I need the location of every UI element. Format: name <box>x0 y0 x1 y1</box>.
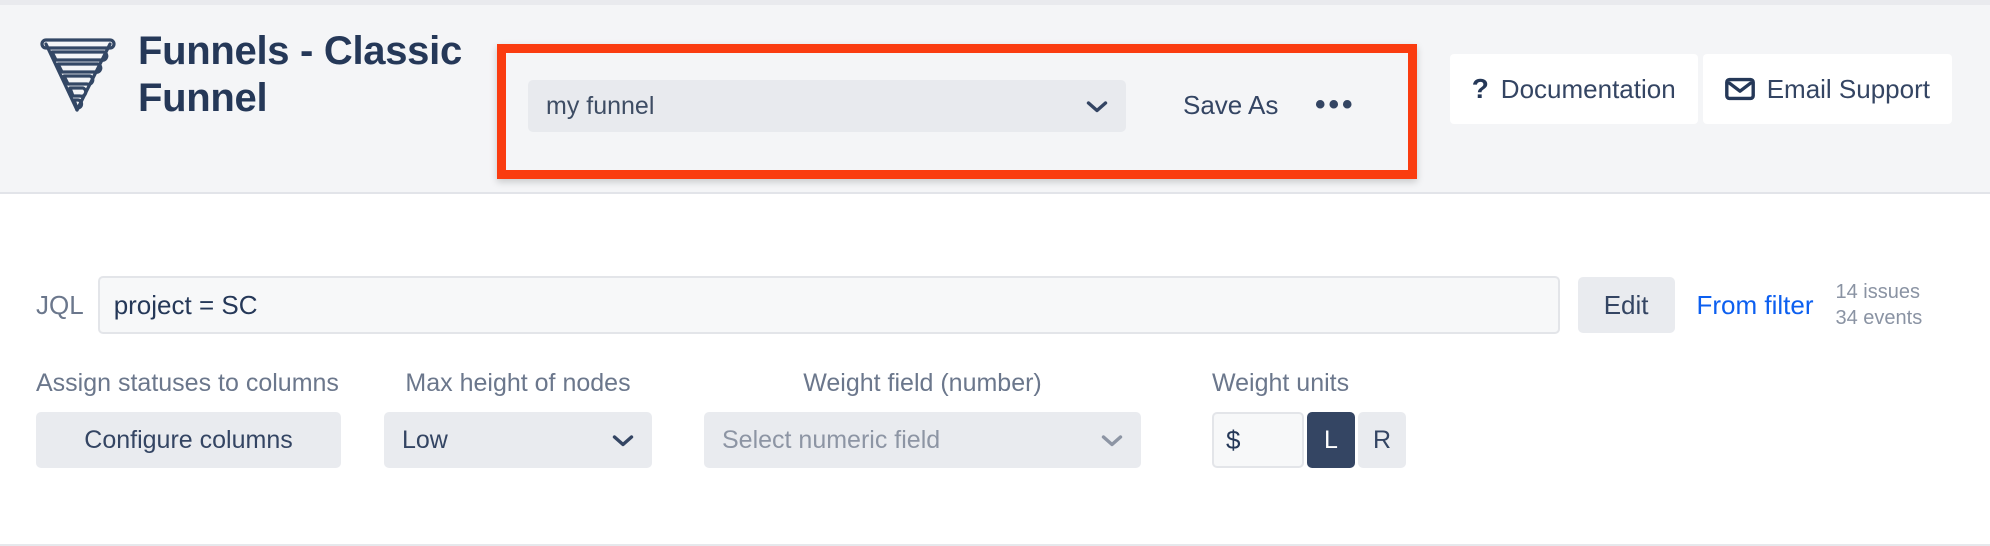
weight-field-group: Weight field (number) Select numeric fie… <box>704 369 1212 468</box>
documentation-button[interactable]: ? Documentation <box>1449 54 1698 124</box>
max-height-group: Max height of nodes Low <box>384 369 704 468</box>
email-support-button[interactable]: Email Support <box>1702 54 1952 124</box>
email-support-label: Email Support <box>1766 73 1930 104</box>
weight-field-placeholder: Select numeric field <box>722 425 941 454</box>
issue-event-counts: 14 issues 34 events <box>1836 279 1923 332</box>
header-actions: ? Documentation Email Support <box>1449 54 1952 124</box>
brand: Funnels - Classic Funnel <box>40 28 468 122</box>
question-mark-icon: ? <box>1471 73 1489 104</box>
weight-field-select[interactable]: Select numeric field <box>704 412 1141 468</box>
weight-units-group: Weight units L R <box>1212 369 1406 468</box>
chevron-down-icon <box>1086 100 1108 112</box>
max-height-value: Low <box>402 425 448 454</box>
jql-input[interactable] <box>97 276 1560 334</box>
save-as-button[interactable]: Save As <box>1175 84 1286 127</box>
from-filter-link[interactable]: From filter <box>1697 290 1814 321</box>
jql-row: JQL Edit From filter 14 issues 34 events <box>36 276 1922 334</box>
header-top-edge <box>0 0 1990 5</box>
weight-currency-input[interactable] <box>1212 412 1304 468</box>
controls-row: Assign statuses to columns Configure col… <box>36 369 1406 468</box>
page-title: Funnels - Classic Funnel <box>138 29 462 121</box>
assign-statuses-group: Assign statuses to columns Configure col… <box>36 369 384 468</box>
documentation-label: Documentation <box>1500 73 1676 104</box>
weight-unit-right-toggle[interactable]: R <box>1358 412 1406 468</box>
app-header: Funnels - Classic Funnel my funnel Save … <box>0 0 1990 194</box>
jql-label: JQL <box>36 289 84 320</box>
max-height-select[interactable]: Low <box>384 412 652 468</box>
issues-count: 14 issues <box>1835 280 1921 303</box>
weight-field-label: Weight field (number) <box>803 369 1042 397</box>
funnel-select-value: my funnel <box>546 91 655 120</box>
funnel-select[interactable]: my funnel <box>528 80 1126 132</box>
more-options-icon[interactable]: ••• <box>1307 86 1364 124</box>
events-count: 34 events <box>1835 307 1923 329</box>
configure-columns-button[interactable]: Configure columns <box>36 412 341 468</box>
funnels-app-page: Funnels - Classic Funnel my funnel Save … <box>0 0 1990 546</box>
funnel-icon <box>40 38 116 112</box>
edit-button[interactable]: Edit <box>1577 277 1675 333</box>
max-height-label: Max height of nodes <box>405 369 631 397</box>
weight-unit-left-toggle[interactable]: L <box>1307 412 1355 468</box>
assign-statuses-label: Assign statuses to columns <box>36 369 339 397</box>
weight-units-controls: L R <box>1212 412 1406 468</box>
chevron-down-icon <box>1101 434 1123 446</box>
weight-units-label: Weight units <box>1212 369 1350 397</box>
chevron-down-icon <box>612 434 634 446</box>
envelope-icon <box>1724 77 1755 101</box>
funnel-config-body: JQL Edit From filter 14 issues 34 events… <box>0 194 1990 546</box>
